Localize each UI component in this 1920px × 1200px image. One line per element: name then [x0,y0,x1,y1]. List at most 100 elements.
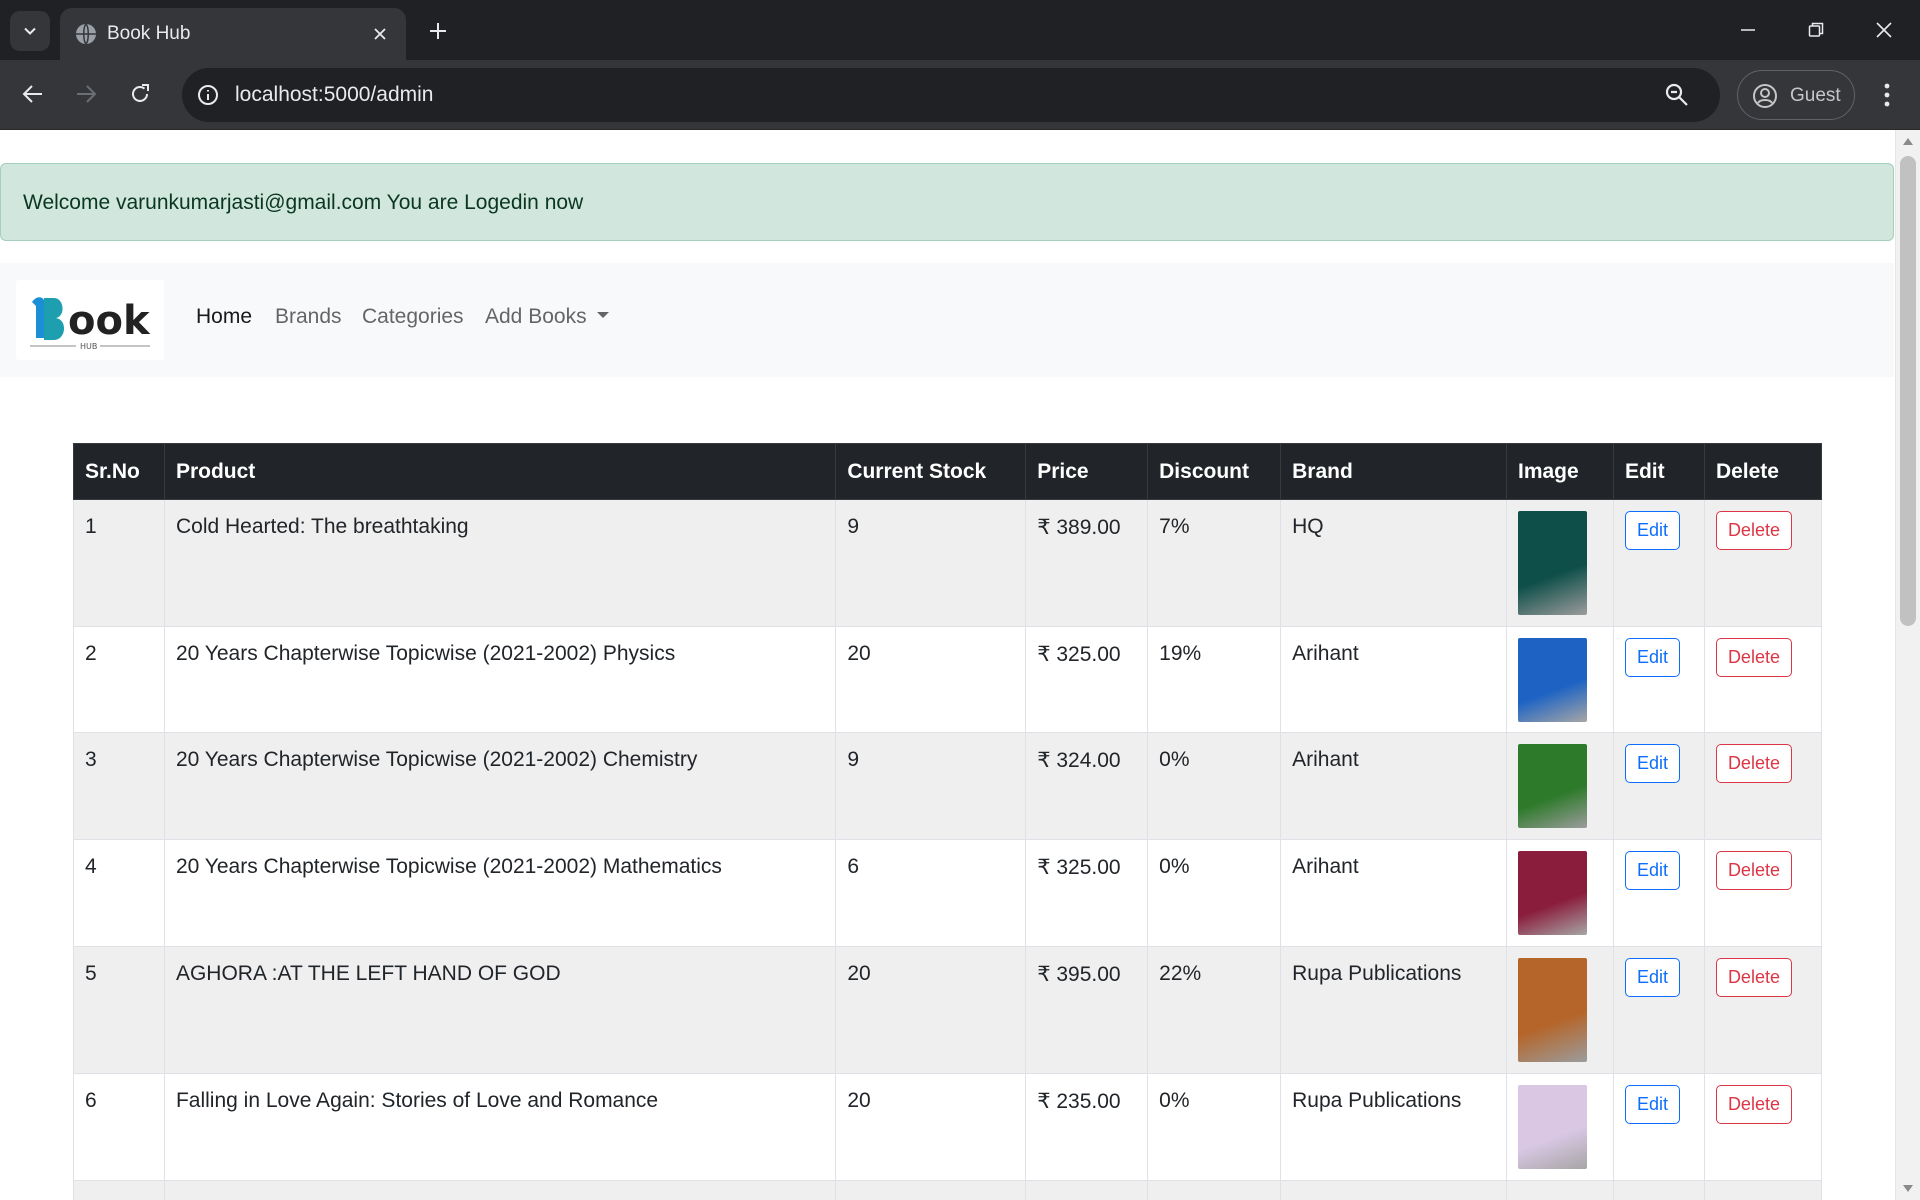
close-icon [374,28,386,40]
site-info-icon[interactable] [196,83,220,107]
forward-button[interactable] [66,74,106,114]
welcome-alert: Welcome varunkumarjasti@gmail.com You ar… [0,163,1894,241]
image-cell [1506,626,1614,733]
nav-home[interactable]: Home [196,305,252,329]
delete-cell: Delete [1703,732,1823,840]
brand-cell: Rupa Publications [1280,1073,1507,1181]
price-cell: ₹ 325.00 [1025,839,1149,947]
nav-brands[interactable]: Brands [275,305,342,329]
browser-menu-button[interactable] [1872,80,1902,110]
browser-tab[interactable]: Book Hub [60,8,406,60]
edit-cell: Edit [1612,626,1705,733]
edit-cell: Edit [1612,499,1705,627]
discount-cell: 0% [1147,839,1282,947]
stock-cell: 9 [835,732,1027,840]
close-tab-button[interactable] [368,22,392,46]
address-bar[interactable]: localhost:5000/admin [182,68,1720,122]
empty-cell [73,1180,165,1200]
edit-button[interactable]: Edit [1624,958,1680,997]
brand-cell: Rupa Publications [1280,946,1507,1074]
image-cell [1506,1073,1614,1181]
edit-button[interactable]: Edit [1624,1085,1680,1124]
scrollbar-thumb[interactable] [1900,156,1916,626]
brand-cell: HQ [1280,499,1507,627]
empty-cell [1703,1180,1823,1200]
edit-button[interactable]: Edit [1624,638,1680,677]
book-cover-image [1518,958,1587,1062]
logo-subtext: HUB [80,342,97,351]
delete-button[interactable]: Delete [1715,744,1792,783]
empty-cell [1280,1180,1507,1200]
price-cell: ₹ 235.00 [1025,1073,1149,1181]
brand-cell: Arihant [1280,839,1507,947]
edit-cell: Edit [1612,732,1705,840]
restore-icon [1808,22,1824,37]
back-button[interactable] [13,74,53,114]
book-cover-image [1518,638,1587,722]
header-brand: Brand [1280,443,1507,500]
tab-search-button[interactable] [10,11,50,51]
product-name-cell: 20 Years Chapterwise Topicwise (2021-200… [163,626,837,733]
delete-button[interactable]: Delete [1715,638,1792,677]
new-tab-button[interactable] [424,17,452,45]
book-cover-image [1518,511,1587,615]
table-row: 3 20 Years Chapterwise Topicwise (2021-20… [73,732,1823,840]
header-product: Product [163,443,837,500]
table-row: 6 Falling in Love Again: Stories of Love … [73,1073,1823,1181]
delete-cell: Delete [1703,946,1823,1074]
delete-button[interactable]: Delete [1715,958,1792,997]
scroll-up-arrow-icon[interactable] [1903,138,1913,145]
discount-cell: 0% [1147,1073,1282,1181]
header-image: Image [1506,443,1614,500]
svg-text:ook: ook [68,298,151,344]
delete-cell: Delete [1703,499,1823,627]
empty-cell [163,1180,837,1200]
edit-cell: Edit [1612,839,1705,947]
edit-cell: Edit [1612,1073,1705,1181]
caret-down-icon [596,312,609,319]
scroll-down-arrow-icon[interactable] [1903,1185,1913,1192]
minimize-icon [1741,29,1755,31]
sr-no-cell: 4 [73,839,165,947]
edit-button[interactable]: Edit [1624,744,1680,783]
delete-button[interactable]: Delete [1715,1085,1792,1124]
delete-cell: Delete [1703,839,1823,947]
stock-cell: 6 [835,839,1027,947]
delete-button[interactable]: Delete [1715,851,1792,890]
products-table: Sr.No Product Current Stock Price Discou… [73,443,1823,1200]
chevron-down-icon [24,27,36,35]
close-window-button[interactable] [1860,12,1908,48]
discount-cell: 19% [1147,626,1282,733]
page-scrollbar[interactable] [1895,130,1920,1200]
product-name-cell: Cold Hearted: The breathtaking [163,499,837,627]
arrow-right-icon [77,85,97,103]
reload-button[interactable] [120,74,160,114]
more-vertical-icon [1884,83,1890,107]
delete-button[interactable]: Delete [1715,511,1792,550]
browser-toolbar: localhost:5000/admin Guest [0,60,1920,130]
profile-button[interactable]: Guest [1737,70,1855,120]
tab-title: Book Hub [107,23,191,44]
product-name-cell: 20 Years Chapterwise Topicwise (2021-200… [163,839,837,947]
edit-cell: Edit [1612,946,1705,1074]
image-cell [1506,839,1614,947]
nav-categories[interactable]: Categories [362,305,464,329]
stock-cell: 20 [835,626,1027,733]
url-text[interactable]: localhost:5000/admin [235,83,433,107]
restore-button[interactable] [1792,12,1840,48]
nav-add-books-dropdown[interactable]: Add Books [485,305,609,329]
close-icon [1876,22,1892,38]
browser-tab-bar: Book Hub [0,0,1920,60]
stock-cell: 20 [835,946,1027,1074]
minimize-button[interactable] [1724,12,1772,48]
edit-button[interactable]: Edit [1624,851,1680,890]
stock-cell: 9 [835,499,1027,627]
globe-icon [76,23,96,45]
book-hub-logo[interactable]: ook HUB [16,280,164,360]
discount-cell: 0% [1147,732,1282,840]
zoom-icon[interactable] [1664,82,1690,108]
edit-button[interactable]: Edit [1624,511,1680,550]
sr-no-cell: 1 [73,499,165,627]
nav-add-books-label: Add Books [485,305,587,328]
price-cell: ₹ 389.00 [1025,499,1149,627]
